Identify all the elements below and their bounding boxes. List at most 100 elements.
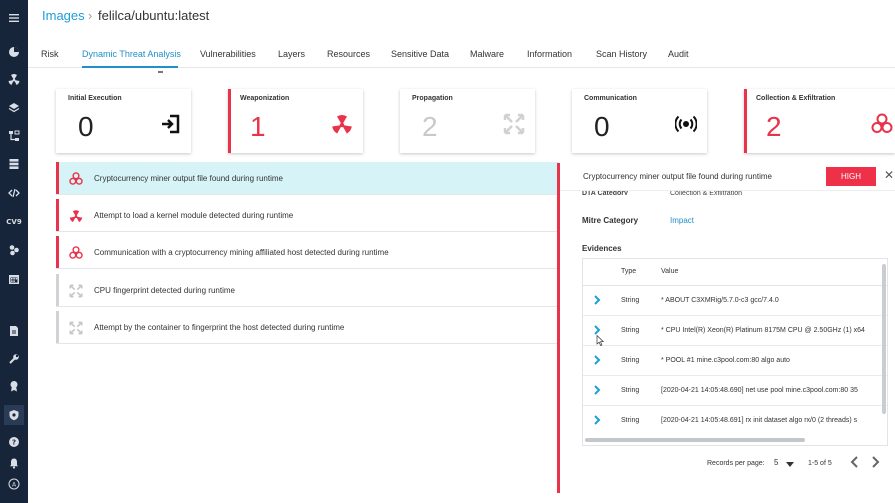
tab-malware[interactable]: Malware: [470, 49, 504, 59]
card-weaponization[interactable]: Weaponization 1: [228, 89, 363, 153]
list-item[interactable]: Communication with a cryptocurrency mini…: [56, 236, 559, 269]
expand-arrows-icon: [69, 321, 83, 335]
evidences-table: Type Value String * ABOUT C3XMRig/5.7.0-…: [582, 258, 888, 446]
card-title: Collection & Exfiltration: [756, 95, 836, 102]
report-icon[interactable]: [6, 323, 22, 339]
chevron-left-icon[interactable]: [849, 455, 861, 469]
layers-icon[interactable]: [6, 100, 22, 116]
column-type: Type: [621, 268, 637, 275]
tab-resources[interactable]: Resources: [327, 49, 370, 59]
broadcast-icon: [675, 115, 697, 133]
detail-panel: DTA Category Collection & Exfiltration C…: [557, 163, 895, 493]
cve-icon[interactable]: CV9: [6, 214, 22, 230]
evidence-value: * ABOUT C3XMRig/5.7.0-c3 gcc/7.4.0: [661, 297, 779, 304]
biohazard-icon: [69, 172, 83, 185]
card-communication[interactable]: Communication 0: [572, 89, 707, 153]
radiation-icon: [332, 115, 352, 134]
card-propagation[interactable]: Propagation 2: [400, 89, 535, 153]
mitre-category-label: Mitre Category: [582, 216, 639, 225]
network-icon[interactable]: [6, 128, 22, 144]
card-initial-execution[interactable]: Initial Execution 0: [56, 89, 191, 153]
radiation-icon: [69, 210, 83, 223]
tab-scan-history[interactable]: Scan History: [596, 49, 647, 59]
dashboard-icon[interactable]: [6, 44, 22, 60]
radiation-icon[interactable]: [6, 72, 22, 88]
severity-bar: [56, 311, 59, 343]
chevron-right-icon[interactable]: [869, 455, 881, 469]
chevron-right-icon[interactable]: [591, 384, 603, 396]
list-item[interactable]: Cryptocurrency miner output file found d…: [56, 162, 559, 195]
calendar-icon[interactable]: [6, 271, 22, 287]
list-item[interactable]: Attempt by the container to fingerprint …: [56, 311, 559, 344]
expand-arrows-icon: [69, 284, 83, 298]
column-value: Value: [661, 268, 679, 275]
table-row: String * CPU Intel(R) Xeon(R) Platinum 8…: [583, 316, 887, 346]
servers-icon[interactable]: [6, 156, 22, 172]
detail-title: Cryptocurrency miner output file found d…: [583, 172, 772, 181]
detail-header: Cryptocurrency miner output file found d…: [560, 163, 895, 191]
card-title: Initial Execution: [68, 95, 122, 102]
tab-vulnerabilities[interactable]: Vulnerabilities: [200, 49, 256, 59]
evidence-type: String: [621, 417, 640, 424]
records-per-page-select[interactable]: 5: [774, 458, 778, 467]
severity-badge[interactable]: HIGH: [826, 167, 876, 186]
card-title: Communication: [584, 95, 637, 102]
evidence-type: String: [621, 327, 640, 334]
tab-layers[interactable]: Layers: [278, 49, 305, 59]
evidence-value: [2020-04-21 14:05:48.691] rx init datase…: [661, 417, 858, 424]
card-title: Propagation: [412, 95, 453, 102]
list-item-text: Attempt by the container to fingerprint …: [94, 323, 345, 332]
evidences-label: Evidences: [582, 244, 622, 253]
biohazard-icon: [871, 113, 893, 133]
tab-risk[interactable]: Risk: [41, 49, 59, 59]
chevron-right-icon[interactable]: [591, 354, 603, 366]
cve-text: CV9: [6, 218, 22, 226]
list-item-text: Cryptocurrency miner output file found d…: [94, 174, 283, 183]
tab-sensitive-data[interactable]: Sensitive Data: [391, 49, 449, 59]
close-icon[interactable]: ✕: [884, 168, 894, 182]
severity-bar: [56, 199, 59, 231]
table-row: String [2020-04-21 14:05:48.690] net use…: [583, 376, 887, 406]
evidence-value: [2020-04-21 14:05:48.690] net use pool m…: [661, 387, 858, 394]
chevron-right-icon[interactable]: [591, 294, 603, 306]
card-value: 0: [594, 111, 610, 142]
help-icon[interactable]: ?: [6, 434, 22, 450]
mitre-category-value[interactable]: Impact: [670, 216, 694, 225]
bell-icon[interactable]: [6, 455, 22, 471]
card-value: 0: [78, 111, 94, 142]
table-row: String * POOL #1 mine.c3pool.com:80 algo…: [583, 346, 887, 376]
list-item[interactable]: CPU fingerprint detected during runtime: [56, 274, 559, 307]
evidence-type: String: [621, 357, 640, 364]
user-icon[interactable]: A: [6, 476, 22, 492]
findings-list: Cryptocurrency miner output file found d…: [56, 162, 559, 346]
badge-icon[interactable]: [6, 378, 22, 394]
collapse-handle: [158, 71, 163, 73]
svg-text:A: A: [12, 481, 17, 488]
table-row: String [2020-04-21 14:05:48.691] rx init…: [583, 406, 887, 436]
page-title: felilca/ubuntu:latest: [98, 8, 210, 23]
vertical-scrollbar[interactable]: [882, 264, 886, 414]
menu-icon[interactable]: [6, 10, 22, 26]
biohazard-icon: [69, 246, 83, 259]
evidence-type: String: [621, 297, 640, 304]
header: Images › felilca/ubuntu:latest: [28, 0, 895, 34]
wrench-icon[interactable]: [6, 351, 22, 367]
horizontal-scrollbar[interactable]: [585, 438, 805, 442]
tab-dynamic-threat-analysis[interactable]: Dynamic Threat Analysis: [82, 49, 181, 59]
enter-icon: [162, 114, 180, 134]
card-value: 2: [766, 111, 782, 142]
list-item-text: Communication with a cryptocurrency mini…: [94, 248, 389, 257]
shield-icon[interactable]: [4, 405, 24, 425]
card-value: 1: [250, 111, 266, 142]
tab-information[interactable]: Information: [527, 49, 572, 59]
card-collection-exfiltration[interactable]: Collection & Exfiltration 2: [744, 89, 895, 153]
records-per-page-label: Records per page:: [707, 460, 765, 467]
tab-audit[interactable]: Audit: [668, 49, 689, 59]
pagination-range: 1-5 of 5: [808, 460, 832, 467]
breadcrumb-images[interactable]: Images: [42, 8, 85, 23]
list-item[interactable]: Attempt to load a kernel module detected…: [56, 199, 559, 232]
caret-down-icon[interactable]: [786, 462, 794, 467]
code-icon[interactable]: [6, 185, 22, 201]
cluster-icon[interactable]: [6, 242, 22, 258]
chevron-right-icon[interactable]: [591, 414, 603, 426]
